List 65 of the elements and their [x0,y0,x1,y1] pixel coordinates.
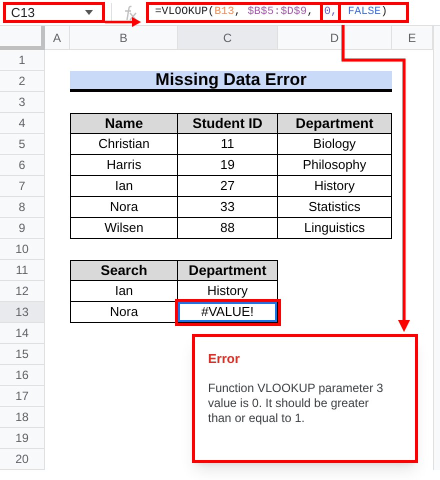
table-cell: Philosophy [278,155,392,176]
table-cell: Ian [70,281,178,302]
column-heading: Name [70,113,178,134]
select-all-corner[interactable] [0,26,45,50]
formula-field[interactable]: =VLOOKUP(B13, $B$5:$D$9, 0, FALSE) [146,2,409,23]
column-header[interactable]: C [178,26,278,50]
row-header[interactable]: 14 [0,323,45,344]
formula-token: $B$5:$D$9 [247,5,307,20]
formula-token: , [234,5,242,20]
sheet-title: Missing Data Error [70,71,392,92]
name-box[interactable]: C13 [3,2,105,23]
formula-token: 0, [320,2,342,23]
row-header[interactable]: 20 [0,449,45,470]
table-cell: Christian [70,134,178,155]
error-message: Function VLOOKUP parameter 3 value is 0. It should be greater than or equal to 1. [208,380,384,426]
row-header[interactable]: 17 [0,386,45,407]
column-header[interactable]: E [392,26,433,50]
table-cell: Nora [70,197,178,218]
formula-token: FALSE [346,5,381,20]
row-header[interactable]: 13 [0,302,45,323]
column-header[interactable]: A [45,26,70,50]
column-header[interactable]: B [70,26,178,50]
row-header[interactable]: 3 [0,92,45,113]
caret-icon [85,10,93,15]
table-cell: Ian [70,176,178,197]
table-cell: 19 [178,155,278,176]
scrollbar[interactable] [433,26,440,470]
table-cell: Harris [70,155,178,176]
table-cell: 33 [178,197,278,218]
row-header[interactable]: 5 [0,134,45,155]
formula-token: , [306,5,314,20]
row-header[interactable]: 1 [0,50,45,71]
row-header[interactable]: 8 [0,197,45,218]
column-heading: Search [70,260,178,281]
table-cell: 11 [178,134,278,155]
row-header[interactable]: 12 [0,281,45,302]
row-header[interactable]: 2 [0,71,45,92]
row-header[interactable]: 9 [0,218,45,239]
formula-token: ) [380,5,388,20]
row-header[interactable]: 6 [0,155,45,176]
row-header[interactable]: 10 [0,239,45,260]
column-heading: Student ID [178,113,278,134]
table-cell: Linguistics [278,218,392,239]
table-cell: 88 [178,218,278,239]
error-title: Error [208,350,241,368]
table-cell: Statistics [278,197,392,218]
row-header[interactable]: 15 [0,344,45,365]
column-heading: Department [278,113,392,134]
table-cell: 27 [178,176,278,197]
row-header[interactable]: 7 [0,176,45,197]
row-header[interactable]: 16 [0,365,45,386]
formula-token: B13 [214,5,234,20]
table-cell: History [278,176,392,197]
table-cell: #VALUE! [178,302,278,323]
table-cell: Nora [70,302,178,323]
row-header[interactable]: 11 [0,260,45,281]
table-cell: Biology [278,134,392,155]
column-heading: Department [178,260,278,281]
column-header[interactable]: D [278,26,392,50]
connector-arrow [105,17,141,27]
table-cell: Wilsen [70,218,178,239]
row-header[interactable]: 4 [0,113,45,134]
row-header[interactable]: 19 [0,428,45,449]
row-header[interactable]: 18 [0,407,45,428]
formula-token: =VLOOKUP( [155,5,214,20]
